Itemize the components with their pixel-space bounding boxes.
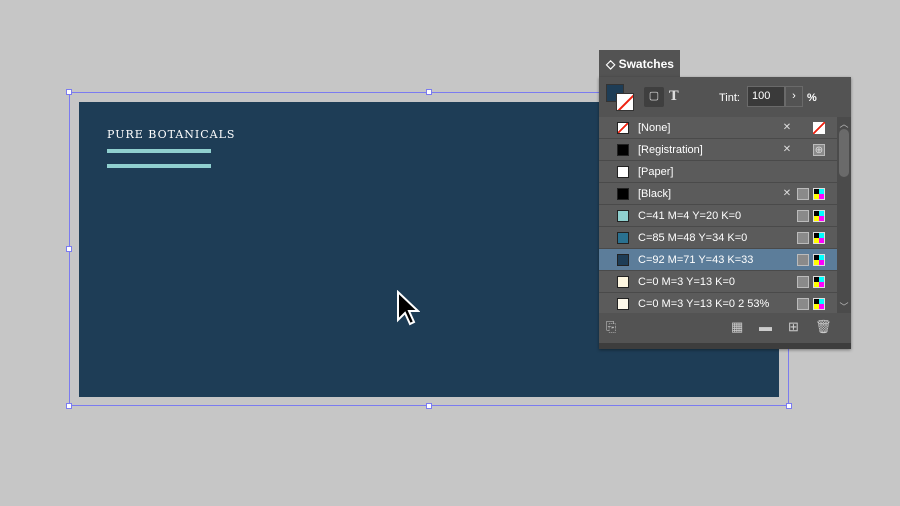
resize-handle[interactable] [66, 246, 72, 252]
mouse-cursor-icon [396, 289, 421, 331]
no-edit-icon: ✕ [782, 188, 792, 199]
process-icon [797, 254, 809, 266]
swatch-views-icon[interactable]: ▦ [731, 319, 743, 335]
cmyk-icon [813, 210, 825, 222]
swatch-color-chip [617, 188, 629, 200]
no-edit-icon: ✕ [782, 122, 792, 133]
collapse-icon: ◇ [606, 57, 619, 71]
swatch-color-chip [617, 144, 629, 156]
registration-icon: ⊕ [813, 144, 825, 156]
swatch-color-chip [617, 276, 629, 288]
swatch-name: [None] [638, 122, 671, 134]
cmyk-icon [813, 254, 825, 266]
panel-resize-grip[interactable] [599, 343, 851, 349]
swatch-name: C=0 M=3 Y=13 K=0 [638, 276, 736, 288]
no-edit-icon: ✕ [782, 144, 792, 155]
process-icon [797, 188, 809, 200]
cmyk-icon [813, 188, 825, 200]
swatch-list: [None] ✕ [Registration] ✕ ⊕ [Paper] [Black] ✕ C=… [599, 117, 837, 313]
scrollbar[interactable]: ︿ ﹀ [837, 117, 851, 313]
swatch-name: [Registration] [638, 144, 703, 156]
swatch-color-chip [617, 122, 629, 134]
cmyk-icon [813, 232, 825, 244]
none-icon [813, 122, 825, 134]
tint-unit: % [807, 92, 817, 104]
panel-tab-swatches[interactable]: ◇ Swatches [599, 50, 680, 78]
resize-handle[interactable] [426, 403, 432, 409]
swatch-color-chip [617, 254, 629, 266]
swatches-panel: ▢ T Tint: 100 › % [None] ✕ [Registration] ✕… [599, 77, 851, 349]
swatch-row[interactable]: [Black] ✕ [599, 183, 837, 205]
swatch-row[interactable]: [Registration] ✕ ⊕ [599, 139, 837, 161]
process-icon [797, 276, 809, 288]
resize-handle[interactable] [786, 403, 792, 409]
swatch-name: [Paper] [638, 166, 674, 178]
swatch-row[interactable]: [None] ✕ [599, 117, 837, 139]
new-group-folder-icon[interactable]: ▬ [759, 319, 772, 334]
swatch-color-chip [617, 232, 629, 244]
delete-swatch-icon[interactable]: 🗑 [815, 319, 832, 335]
text-format-button[interactable]: T [669, 89, 679, 104]
resize-handle[interactable] [426, 89, 432, 95]
swatch-color-chip [617, 210, 629, 222]
swatch-row[interactable]: C=0 M=3 Y=13 K=0 2 53% [599, 293, 837, 313]
process-icon [797, 298, 809, 310]
tint-dropdown-button[interactable]: › [785, 86, 803, 107]
resize-handle[interactable] [66, 403, 72, 409]
swatch-row[interactable]: [Paper] [599, 161, 837, 183]
tint-label: Tint: [719, 92, 740, 104]
swatch-row[interactable]: C=85 M=48 Y=34 K=0 [599, 227, 837, 249]
swatch-color-chip [617, 298, 629, 310]
stroke-swatch[interactable] [616, 93, 634, 111]
swatch-name: [Black] [638, 188, 672, 200]
tint-input[interactable]: 100 [747, 86, 785, 107]
show-swatch-kinds-icon[interactable]: ⎘ [606, 319, 616, 335]
swatch-name: C=92 M=71 Y=43 K=33 [638, 254, 754, 266]
swatch-name: C=41 M=4 Y=20 K=0 [638, 210, 742, 222]
swatch-color-chip [617, 166, 629, 178]
new-swatch-icon[interactable]: ⊞ [788, 319, 799, 335]
container-format-button[interactable]: ▢ [644, 87, 664, 107]
swatch-name: C=85 M=48 Y=34 K=0 [638, 232, 748, 244]
swatch-row[interactable]: C=0 M=3 Y=13 K=0 [599, 271, 837, 293]
cmyk-icon [813, 276, 825, 288]
process-icon [797, 232, 809, 244]
process-icon [797, 210, 809, 222]
swatch-name: C=0 M=3 Y=13 K=0 2 53% [638, 298, 770, 310]
swatch-row[interactable]: C=92 M=71 Y=43 K=33 [599, 249, 837, 271]
cmyk-icon [813, 298, 825, 310]
resize-handle[interactable] [66, 89, 72, 95]
swatch-row[interactable]: C=41 M=4 Y=20 K=0 [599, 205, 837, 227]
